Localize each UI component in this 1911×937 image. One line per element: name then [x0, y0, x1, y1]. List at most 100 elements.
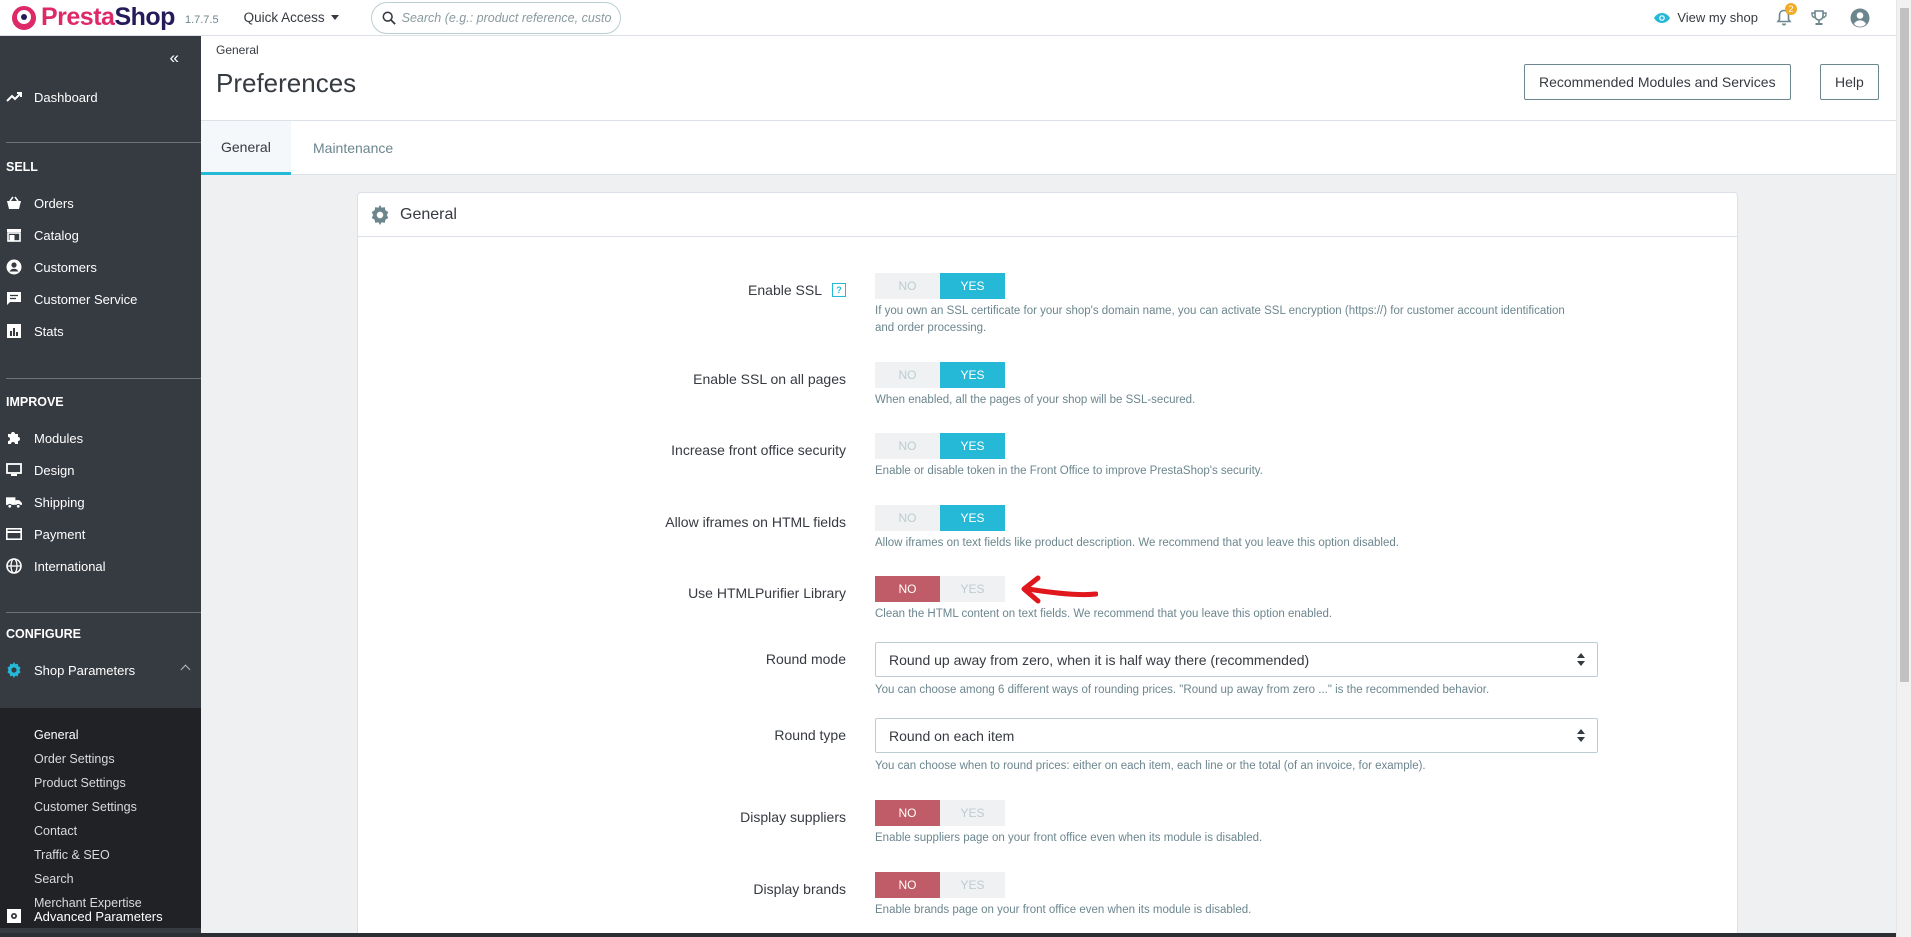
search-icon: [382, 11, 396, 25]
sidebar-item-label: Stats: [34, 323, 64, 339]
view-my-shop-link[interactable]: View my shop: [1653, 10, 1758, 25]
help-button[interactable]: Help: [1820, 64, 1879, 100]
sidebar-section-improve: IMPROVE: [6, 395, 64, 409]
switch-yes-option[interactable]: YES: [940, 576, 1005, 602]
sidebar: « Dashboard SELL Orders Catalog Customer…: [0, 36, 201, 937]
submenu-item-product-settings[interactable]: Product Settings: [34, 776, 126, 790]
sidebar-item-payment[interactable]: Payment: [0, 521, 201, 547]
round-type-select[interactable]: Round on each item: [875, 718, 1598, 753]
sidebar-section-sell: SELL: [6, 160, 38, 174]
collapse-sidebar-icon[interactable]: «: [170, 48, 179, 68]
field-label: Round type: [774, 727, 846, 743]
switch-no-option[interactable]: NO: [875, 273, 940, 299]
top-header: PrestaShop 1.7.7.5 Quick Access View my …: [0, 0, 1896, 36]
switch-yes-option[interactable]: YES: [940, 433, 1005, 459]
tab-maintenance[interactable]: Maintenance: [293, 121, 413, 175]
switch-yes-option[interactable]: YES: [940, 362, 1005, 388]
field-label: Enable SSL on all pages: [693, 371, 846, 387]
recommended-modules-button[interactable]: Recommended Modules and Services: [1524, 64, 1791, 100]
field-label: Display brands: [753, 881, 846, 897]
sidebar-item-stats[interactable]: Stats: [0, 318, 201, 344]
switch-yes-option[interactable]: YES: [940, 872, 1005, 898]
sidebar-item-label: Customers: [34, 259, 97, 275]
field-help-text: Enable brands page on your front office …: [875, 904, 1252, 916]
breadcrumb[interactable]: General: [216, 43, 259, 57]
page-scrollbar[interactable]: [1896, 0, 1911, 937]
submenu-item-general[interactable]: General: [34, 728, 78, 742]
sidebar-item-label: Shipping: [34, 494, 85, 510]
field-help-text: Enable or disable token in the Front Off…: [875, 465, 1263, 477]
sidebar-item-advanced-parameters[interactable]: Advanced Parameters: [0, 903, 201, 929]
switch-no-option[interactable]: NO: [875, 505, 940, 531]
switch-no-option[interactable]: NO: [875, 872, 940, 898]
tab-general[interactable]: General: [201, 121, 291, 175]
sidebar-item-label: Orders: [34, 195, 74, 211]
enable-ssl-switch[interactable]: NO YES: [875, 273, 1005, 299]
prestashop-logo[interactable]: PrestaShop: [12, 3, 175, 32]
sidebar-item-catalog[interactable]: Catalog: [0, 222, 201, 248]
sidebar-item-customers[interactable]: Customers: [0, 254, 201, 280]
logo-text-bold: Shop: [114, 3, 175, 31]
sidebar-item-customer-service[interactable]: Customer Service: [0, 286, 201, 312]
gear-icon: [370, 204, 390, 225]
switch-yes-option[interactable]: YES: [940, 273, 1005, 299]
sidebar-item-shop-parameters[interactable]: Shop Parameters: [0, 657, 201, 683]
submenu-item-order-settings[interactable]: Order Settings: [34, 752, 115, 766]
quick-access-label: Quick Access: [243, 10, 325, 25]
switch-no-option[interactable]: NO: [875, 800, 940, 826]
field-label: Use HTMLPurifier Library: [688, 585, 846, 601]
ssl-all-pages-switch[interactable]: NO YES: [875, 362, 1005, 388]
notifications-button[interactable]: 2: [1776, 2, 1797, 27]
htmlpurifier-switch[interactable]: NO YES: [875, 576, 1005, 602]
field-help-text: If you own an SSL certificate for your s…: [875, 305, 1565, 334]
search-box[interactable]: [370, 1, 621, 34]
field-label: Allow iframes on HTML fields: [665, 514, 846, 530]
quick-access-dropdown[interactable]: Quick Access: [244, 10, 339, 25]
panel-title: General: [400, 205, 457, 223]
sidebar-item-shipping[interactable]: Shipping: [0, 489, 201, 515]
search-input[interactable]: [401, 10, 612, 25]
panel-header: General: [358, 193, 1737, 237]
switch-yes-option[interactable]: YES: [940, 505, 1005, 531]
submenu-item-search[interactable]: Search: [34, 872, 74, 886]
sidebar-divider: [6, 378, 201, 379]
tab-bar: General Maintenance: [201, 120, 1896, 175]
submenu-item-contact[interactable]: Contact: [34, 824, 77, 838]
sidebar-item-label: Advanced Parameters: [34, 908, 163, 924]
field-label: Display suppliers: [740, 809, 846, 825]
sidebar-item-label: Shop Parameters: [34, 662, 136, 678]
allow-iframes-switch[interactable]: NO YES: [875, 505, 1005, 531]
front-office-security-switch[interactable]: NO YES: [875, 433, 1005, 459]
version-label: 1.7.7.5: [184, 13, 219, 26]
scrollbar-thumb[interactable]: [1900, 8, 1909, 682]
sidebar-item-modules[interactable]: Modules: [0, 425, 201, 451]
chat-icon: [6, 291, 22, 307]
submenu-item-customer-settings[interactable]: Customer Settings: [34, 800, 137, 814]
prestashop-logo-icon: [12, 5, 36, 30]
view-my-shop-label: View my shop: [1677, 10, 1758, 25]
sidebar-item-design[interactable]: Design: [0, 457, 201, 483]
trending-up-icon: [6, 89, 22, 105]
sidebar-item-dashboard[interactable]: Dashboard: [0, 84, 201, 110]
switch-yes-option[interactable]: YES: [940, 800, 1005, 826]
help-question-icon[interactable]: ?: [832, 283, 846, 297]
submenu-item-traffic-seo[interactable]: Traffic & SEO: [34, 848, 110, 862]
puzzle-icon: [6, 430, 22, 446]
bar-chart-icon: [6, 323, 22, 339]
field-help-text: You can choose when to round prices: eit…: [875, 760, 1426, 772]
account-circle-icon: [6, 259, 22, 275]
shopping-basket-icon: [6, 195, 22, 211]
display-brands-switch[interactable]: NO YES: [875, 872, 1005, 898]
caret-down-icon: [330, 15, 339, 20]
switch-no-option[interactable]: NO: [875, 362, 940, 388]
user-circle-icon: [1850, 8, 1870, 27]
sidebar-item-international[interactable]: International: [0, 553, 201, 579]
round-mode-select[interactable]: Round up away from zero, when it is half…: [875, 642, 1598, 677]
switch-no-option[interactable]: NO: [875, 433, 940, 459]
display-suppliers-switch[interactable]: NO YES: [875, 800, 1005, 826]
account-button[interactable]: [1850, 8, 1870, 28]
switch-no-option[interactable]: NO: [875, 576, 940, 602]
sidebar-item-orders[interactable]: Orders: [0, 190, 201, 216]
field-help-text: Enable suppliers page on your front offi…: [875, 832, 1263, 844]
trophy-button[interactable]: [1810, 9, 1828, 27]
